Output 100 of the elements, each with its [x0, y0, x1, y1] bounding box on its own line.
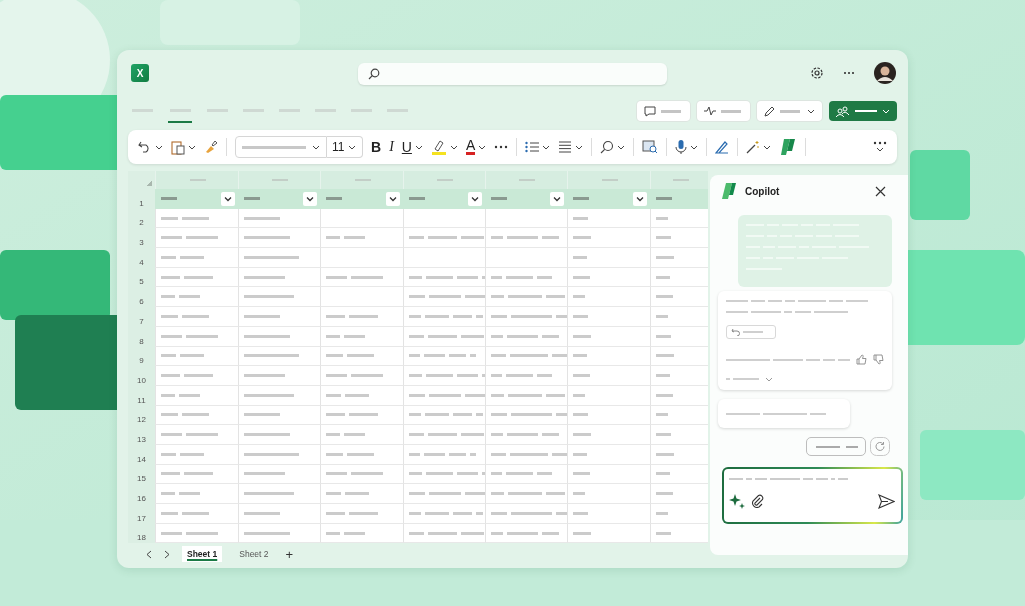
close-icon[interactable] [875, 185, 886, 197]
sheet-tab[interactable]: Sheet 1 [182, 546, 223, 563]
table-cell [650, 385, 708, 406]
microphone-icon [675, 139, 688, 155]
search-icon [600, 140, 615, 154]
caret-icon [348, 144, 357, 150]
caret-icon [449, 144, 458, 150]
avatar[interactable] [874, 62, 896, 84]
thumbs-down-icon[interactable] [873, 354, 884, 365]
row-number[interactable]: 6 [128, 287, 155, 308]
caret-icon [188, 144, 196, 150]
attach-icon[interactable] [751, 494, 764, 508]
row-number[interactable]: 4 [128, 248, 155, 268]
filter-dropdown-icon[interactable] [468, 192, 482, 206]
filter-dropdown-icon[interactable] [633, 192, 647, 206]
align-icon [558, 141, 573, 153]
comments-button[interactable] [637, 101, 690, 121]
previous-sheet-icon[interactable] [146, 549, 152, 559]
table-cell [650, 484, 708, 504]
table-cell [650, 504, 708, 524]
sheet-tab[interactable]: Sheet 2 [234, 546, 274, 563]
add-sheet-button[interactable]: + [285, 546, 294, 562]
dictate-button[interactable] [675, 139, 699, 155]
underline-button[interactable]: U [401, 139, 423, 155]
data-search-icon[interactable] [642, 140, 659, 154]
more-icon[interactable] [843, 71, 855, 75]
settings-icon[interactable] [810, 66, 824, 80]
italic-button[interactable]: I [389, 139, 394, 155]
pencil-icon [764, 105, 775, 117]
highlighter-icon [430, 139, 447, 155]
row-number[interactable]: 7 [128, 307, 155, 327]
filter-dropdown-icon[interactable] [303, 192, 317, 206]
brush-icon[interactable] [204, 140, 218, 154]
table-cell [650, 464, 708, 485]
row-number[interactable]: 1 [128, 189, 155, 209]
people-icon [836, 105, 850, 117]
send-icon[interactable] [878, 493, 895, 509]
thumbs-up-icon[interactable] [856, 354, 867, 365]
row-number[interactable]: 3 [128, 228, 155, 249]
table-cell [650, 326, 708, 347]
search-field[interactable] [358, 63, 667, 85]
more-icon[interactable] [494, 145, 509, 149]
caret-icon [542, 144, 551, 150]
table-cell [650, 346, 708, 367]
row-number[interactable]: 10 [128, 366, 155, 386]
undo-button[interactable] [138, 141, 163, 153]
filter-dropdown-icon[interactable] [550, 192, 564, 206]
pulse-icon [704, 106, 716, 116]
caret-icon [882, 108, 890, 114]
more-options-icon[interactable] [873, 141, 887, 153]
table-cell [650, 405, 708, 426]
paste-button[interactable] [171, 139, 196, 155]
table-cell [650, 307, 708, 327]
pane-title: Copilot [745, 185, 780, 197]
font-color-button[interactable]: A [465, 139, 487, 155]
filter-dropdown-icon[interactable] [386, 192, 400, 206]
caret-icon [690, 144, 699, 150]
prompt-input-field[interactable] [722, 467, 903, 524]
font-size-dropdown[interactable]: 11 [327, 136, 363, 158]
align-button[interactable] [558, 141, 584, 153]
caret-icon [575, 144, 584, 150]
table-cell [650, 287, 708, 308]
find-button[interactable] [600, 140, 626, 154]
comment-icon [644, 105, 656, 117]
caret-icon [312, 144, 320, 150]
app-logo[interactable]: X [131, 64, 149, 82]
table-cell [650, 267, 708, 288]
highlight-button[interactable] [430, 139, 458, 155]
table-cell [650, 444, 708, 465]
header-cell [650, 189, 708, 209]
filter-dropdown-icon[interactable] [221, 192, 235, 206]
undo-icon [731, 328, 740, 336]
undo-icon [138, 141, 152, 153]
table-cell [650, 366, 708, 386]
next-sheet-icon[interactable] [164, 549, 170, 559]
table-cell [650, 208, 708, 229]
bold-button[interactable]: B [371, 139, 382, 155]
bullet-list-icon [525, 141, 540, 153]
caret-icon [617, 144, 626, 150]
row-number[interactable]: 16 [128, 484, 155, 504]
caret-icon [807, 108, 815, 114]
magic-wand-icon [746, 140, 761, 154]
share-button[interactable] [829, 101, 897, 121]
table-cell [650, 248, 708, 268]
magic-wand-button[interactable] [746, 140, 772, 154]
bullets-button[interactable] [525, 141, 551, 153]
sparkle-icon[interactable] [729, 493, 745, 509]
table-cell [650, 425, 708, 445]
caret-icon [155, 144, 163, 150]
table-cell [650, 228, 708, 249]
caret-icon [765, 376, 773, 382]
caret-icon [478, 144, 487, 150]
row-number[interactable]: 13 [128, 425, 155, 445]
table-cell [650, 523, 708, 544]
search-icon [368, 68, 380, 80]
activity-button[interactable] [697, 101, 750, 121]
caret-icon [414, 144, 423, 150]
row-number[interactable]: 17 [128, 504, 155, 524]
pen-icon[interactable] [715, 140, 730, 154]
caret-icon [763, 144, 772, 150]
